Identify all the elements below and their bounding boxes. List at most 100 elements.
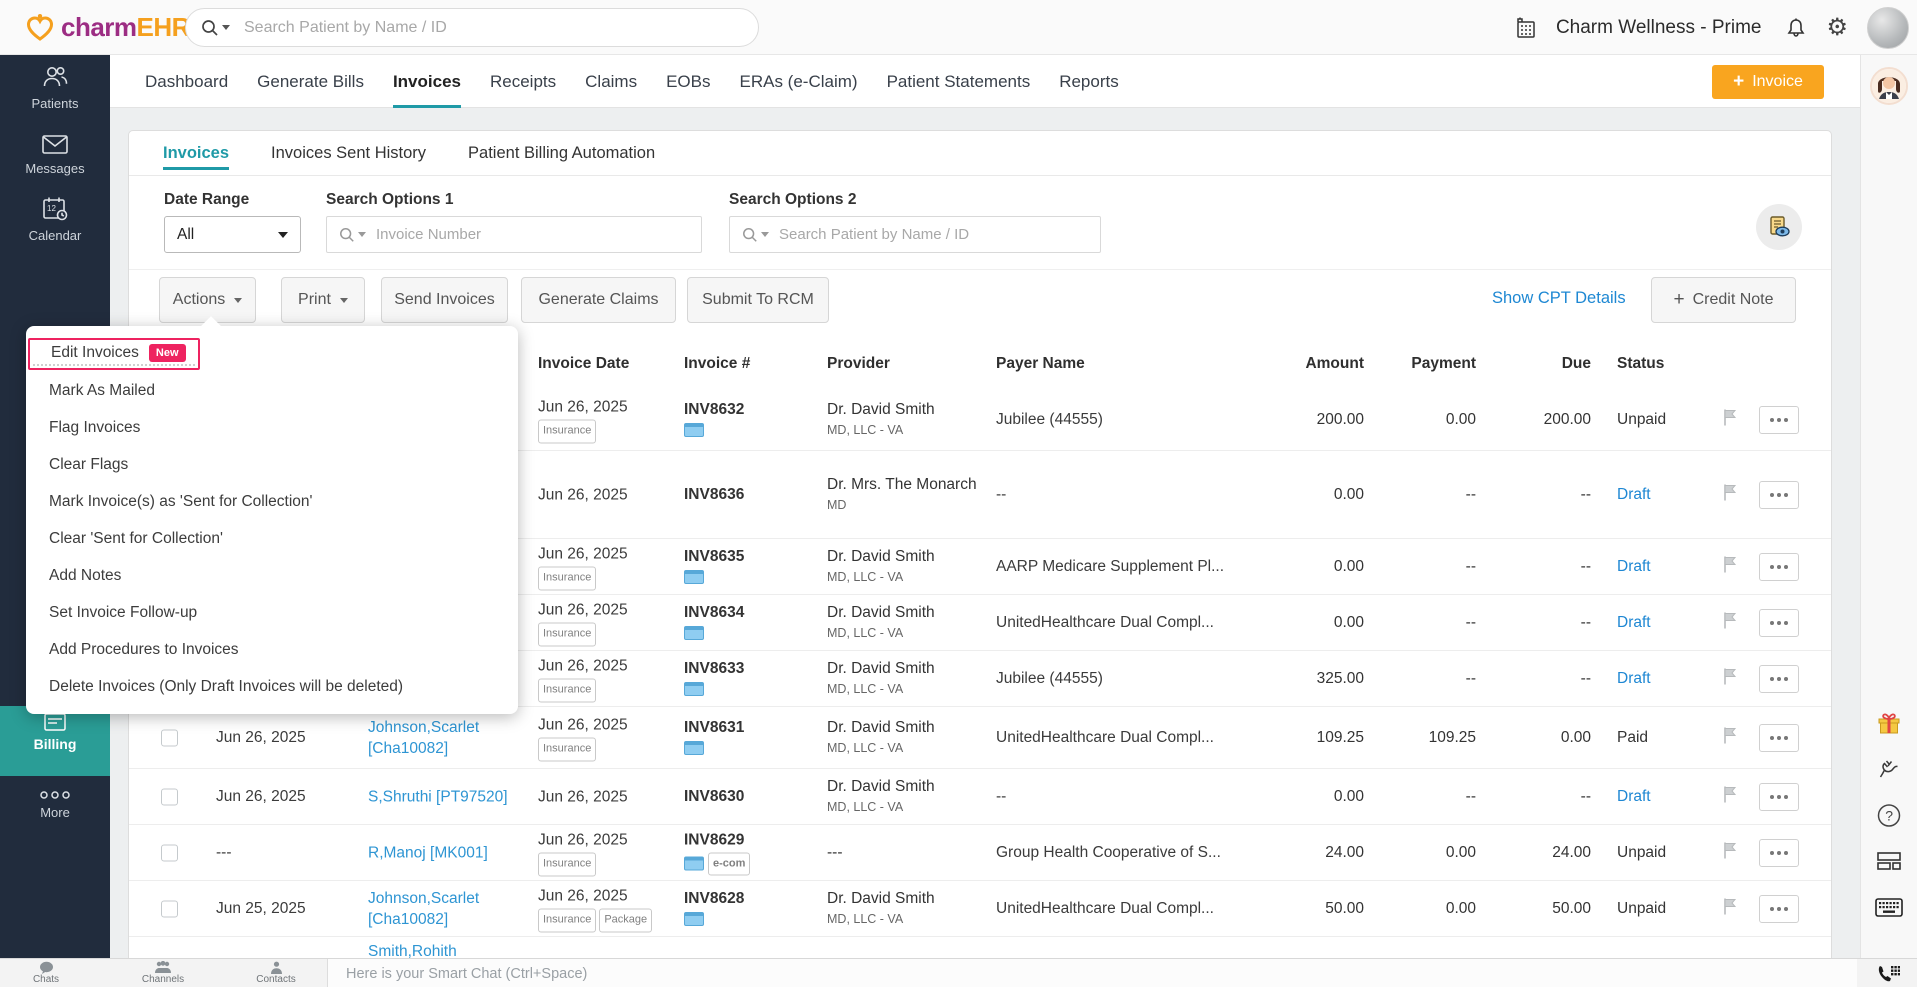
print-dropdown-button[interactable]: Print bbox=[281, 277, 365, 323]
search-icon[interactable] bbox=[339, 227, 366, 243]
practice-name[interactable]: Charm Wellness - Prime bbox=[1556, 17, 1762, 39]
context-menu-item[interactable]: Add Procedures to Invoices bbox=[26, 631, 518, 668]
send-invoices-button[interactable]: Send Invoices bbox=[381, 277, 508, 323]
nav-tab[interactable]: Patient Statements bbox=[887, 55, 1031, 108]
row-more-actions-button[interactable] bbox=[1759, 723, 1799, 752]
patient-link[interactable]: R,Manoj [MK001] bbox=[368, 842, 526, 863]
context-menu-item[interactable]: Clear 'Sent for Collection' bbox=[26, 520, 518, 557]
row-more-actions-button[interactable] bbox=[1759, 480, 1799, 509]
row-more-actions-button[interactable] bbox=[1759, 894, 1799, 923]
invoice-number[interactable]: INV8628 bbox=[684, 889, 822, 909]
nav-tab[interactable]: EOBs bbox=[666, 55, 710, 108]
invoice-number[interactable]: INV8636 bbox=[684, 485, 822, 505]
sidebar-item-patients[interactable]: Patients bbox=[0, 65, 110, 111]
context-menu-item[interactable]: Clear Flags bbox=[26, 446, 518, 483]
layout-widgets-icon[interactable] bbox=[1876, 851, 1902, 876]
patient-link[interactable]: S,Shruthi [PT97520] bbox=[368, 786, 526, 807]
invoice-number[interactable]: INV8629 bbox=[684, 830, 822, 850]
subtab[interactable]: Invoices bbox=[163, 131, 230, 175]
user-avatar[interactable] bbox=[1867, 6, 1909, 49]
nav-tab[interactable]: Dashboard bbox=[145, 55, 228, 108]
sidebar-item-billing[interactable]: Billing bbox=[0, 706, 110, 776]
flag-icon[interactable] bbox=[1722, 667, 1752, 690]
row-more-actions-button[interactable] bbox=[1759, 838, 1799, 867]
invoice-number[interactable]: INV8634 bbox=[684, 603, 822, 623]
sidebar-item-more[interactable]: More bbox=[0, 790, 110, 820]
view-invoice-notes-button[interactable] bbox=[1756, 204, 1802, 250]
status-cell[interactable]: Draft bbox=[1617, 614, 1712, 632]
status-cell[interactable]: Draft bbox=[1617, 486, 1712, 504]
contacts-button[interactable]: Contacts bbox=[248, 959, 304, 987]
global-search-input[interactable] bbox=[244, 18, 758, 37]
new-invoice-button[interactable]: + Invoice bbox=[1712, 65, 1824, 99]
flag-icon[interactable] bbox=[1722, 483, 1752, 506]
whats-new-gift-icon[interactable] bbox=[1876, 710, 1902, 741]
integrations-plug-icon[interactable] bbox=[1877, 757, 1902, 787]
show-cpt-details-link[interactable]: Show CPT Details bbox=[1492, 289, 1626, 308]
row-checkbox[interactable] bbox=[161, 900, 178, 917]
context-menu-item[interactable]: Mark As Mailed bbox=[26, 372, 518, 409]
submit-to-rcm-button[interactable]: Submit To RCM bbox=[687, 277, 829, 323]
date-range-select[interactable]: All bbox=[164, 216, 301, 253]
chats-button[interactable]: Chats bbox=[20, 959, 72, 987]
context-menu-item[interactable]: Add Notes bbox=[26, 557, 518, 594]
search-icon[interactable] bbox=[201, 19, 230, 37]
flag-icon[interactable] bbox=[1722, 785, 1752, 808]
nav-tab[interactable]: Claims bbox=[585, 55, 637, 108]
status-cell[interactable]: Unpaid bbox=[1617, 411, 1712, 429]
context-menu-item[interactable]: Edit Invoices New bbox=[26, 335, 518, 372]
invoice-number[interactable]: INV8631 bbox=[684, 718, 822, 738]
settings-gear-icon[interactable]: ⚙ bbox=[1826, 13, 1848, 42]
assistant-avatar[interactable] bbox=[1870, 67, 1908, 105]
nav-tab[interactable]: Generate Bills bbox=[257, 55, 364, 108]
row-more-actions-button[interactable] bbox=[1759, 664, 1799, 693]
row-more-actions-button[interactable] bbox=[1759, 782, 1799, 811]
help-icon[interactable]: ? bbox=[1877, 803, 1902, 833]
smart-chat-input[interactable] bbox=[328, 959, 1857, 987]
invoice-number[interactable]: INV8630 bbox=[684, 787, 822, 807]
subtab[interactable]: Patient Billing Automation bbox=[468, 131, 655, 175]
context-menu-item[interactable]: Set Invoice Follow-up bbox=[26, 594, 518, 631]
row-checkbox[interactable] bbox=[161, 844, 178, 861]
invoice-number-input[interactable] bbox=[376, 226, 701, 243]
actions-dropdown-button[interactable]: Actions bbox=[159, 277, 256, 323]
nav-tab[interactable]: Receipts bbox=[490, 55, 556, 108]
status-cell[interactable]: Draft bbox=[1617, 558, 1712, 576]
flag-icon[interactable] bbox=[1722, 897, 1752, 920]
row-checkbox[interactable] bbox=[161, 729, 178, 746]
context-menu-item[interactable]: Flag Invoices bbox=[26, 409, 518, 446]
sidebar-item-calendar[interactable]: 12 Calendar bbox=[0, 195, 110, 243]
invoice-number[interactable]: INV8633 bbox=[684, 659, 822, 679]
generate-claims-button[interactable]: Generate Claims bbox=[521, 277, 676, 323]
credit-note-button[interactable]: + Credit Note bbox=[1651, 277, 1796, 323]
row-checkbox[interactable] bbox=[161, 788, 178, 805]
patient-search-input[interactable] bbox=[779, 226, 1100, 243]
status-cell[interactable]: Unpaid bbox=[1617, 900, 1712, 918]
status-cell[interactable]: Unpaid bbox=[1617, 844, 1712, 862]
channels-button[interactable]: Channels bbox=[130, 959, 196, 987]
patient-link[interactable]: Johnson,Scarlet [Cha10082] bbox=[368, 888, 526, 930]
row-more-actions-button[interactable] bbox=[1759, 405, 1799, 434]
notifications-bell-icon[interactable] bbox=[1784, 16, 1808, 40]
nav-tab[interactable]: ERAs (e-Claim) bbox=[740, 55, 858, 108]
status-cell[interactable]: Paid bbox=[1617, 729, 1712, 747]
nav-tab[interactable]: Reports bbox=[1059, 55, 1119, 108]
subtab[interactable]: Invoices Sent History bbox=[271, 131, 426, 175]
patient-link[interactable]: Johnson,Scarlet [Cha10082] bbox=[368, 717, 526, 759]
flag-icon[interactable] bbox=[1722, 726, 1752, 749]
flag-icon[interactable] bbox=[1722, 408, 1752, 431]
sidebar-item-messages[interactable]: Messages bbox=[0, 133, 110, 176]
nav-tab[interactable]: Invoices bbox=[392, 55, 462, 108]
invoice-number[interactable]: INV8635 bbox=[684, 547, 822, 567]
facility-building-icon[interactable] bbox=[1513, 15, 1539, 41]
flag-icon[interactable] bbox=[1722, 841, 1752, 864]
context-menu-item[interactable]: Delete Invoices (Only Draft Invoices wil… bbox=[26, 668, 518, 705]
context-menu-item[interactable]: Mark Invoice(s) as 'Sent for Collection' bbox=[26, 483, 518, 520]
keyboard-shortcuts-icon[interactable] bbox=[1875, 898, 1903, 922]
row-more-actions-button[interactable] bbox=[1759, 608, 1799, 637]
row-more-actions-button[interactable] bbox=[1759, 552, 1799, 581]
invoice-number[interactable]: INV8632 bbox=[684, 400, 822, 420]
status-cell[interactable]: Draft bbox=[1617, 670, 1712, 688]
flag-icon[interactable] bbox=[1722, 555, 1752, 578]
search-icon[interactable] bbox=[742, 227, 769, 243]
